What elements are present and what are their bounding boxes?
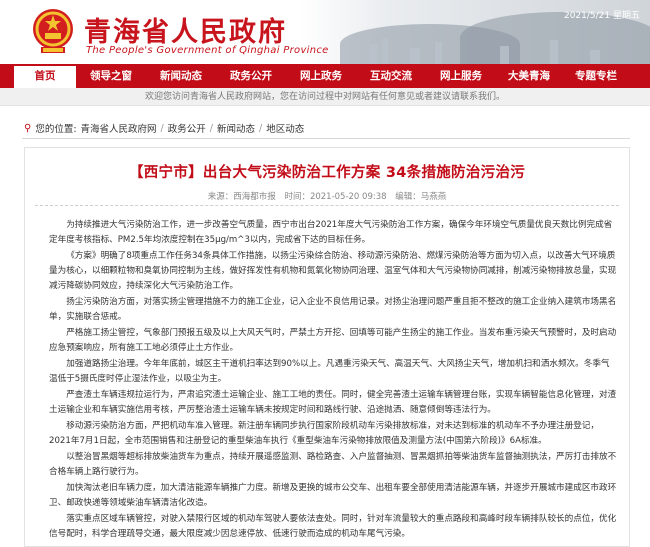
article-meta: 来源：西海都市报 时间：2021-05-20 09:38 编辑：马燕燕 [25,190,629,202]
nav-item-services[interactable]: 网上服务 [426,64,496,88]
article-paragraph: 为持续推进大气污染防治工作，进一步改善空气质量，西宁市出台2021年度大气污染防… [49,220,613,245]
nav-item-gov-affairs[interactable]: 政务公开 [216,64,286,88]
article-paragraph: 《方案》明确了8项重点工作任务34条具体工作措施，以扬尘污染综合防治、移动源污染… [49,251,617,291]
article-title: 【西宁市】出台大气污染防治工作方案 34条措施防治污治污 [128,165,526,181]
nav-item-home[interactable]: 首页 [14,64,76,88]
breadcrumb-separator: / [209,122,213,134]
article-paragraph: 以整治冒黑烟等超标排放柴油货车为重点，持续开展遥感监测、路检路查、入户监督抽测、… [49,452,617,477]
national-emblem-icon [33,9,73,53]
site-header: 青海省人民政府 The People's Government of Qingh… [0,0,650,64]
main-nav: 首页 领导之窗 新闻动态 政务公开 网上政务 互动交流 网上服务 大美青海 专题… [0,64,650,88]
welcome-bar: 欢迎您访问青海省人民政府网站，您在访问过程中对网站有任何意见或者建议请联系我们。 [0,88,650,106]
site-subtitle: The People's Government of Qinghai Provi… [86,45,329,56]
nav-item-leaders[interactable]: 领导之窗 [76,64,146,88]
article-author: 编辑：马燕燕 [395,192,447,202]
article-panel: 【西宁市】出台大气污染防治工作方案 34条措施防治污治污 来源：西海都市报 时间… [24,147,630,547]
breadcrumb-link-news[interactable]: 新闻动态 [217,121,255,135]
location-pin-icon: ⚲ [24,122,32,134]
article-paragraph: 加快淘汰老旧车辆力度，加大清洁能源车辆推广力度。新增及更换的城市公交车、出租车要… [49,483,617,508]
article-source: 来源：西海都市报 [207,192,276,202]
nav-item-interaction[interactable]: 互动交流 [356,64,426,88]
article-paragraph: 加强道路扬尘治理。今年年底前，城区主干道机扫率达到90%以上。凡遇重污染天气、高… [49,359,610,384]
article-paragraph: 落实重点区域车辆管控，对驶入禁限行区域的机动车驾驶人要依法查处。同时，针对车流量… [49,514,617,539]
nav-item-qinghai[interactable]: 大美青海 [496,64,562,88]
breadcrumb-separator: / [258,122,263,134]
nav-item-topics[interactable]: 专题专栏 [562,64,630,88]
breadcrumb-link-gov-affairs[interactable]: 政务公开 [168,121,206,135]
breadcrumb-label: 您的位置: [35,124,77,135]
breadcrumb: ⚲ 您的位置: 青海省人民政府网 / 政务公开 / 新闻动态 / 地区动态 [24,121,304,136]
breadcrumb-separator: / [160,122,164,134]
divider [22,138,630,139]
article-paragraph: 严格施工扬尘管控，气象部门预报五级及以上大风天气时，严禁土方开挖、回填等可能产生… [49,328,617,353]
article-body: 为持续推进大气污染防治工作，进一步改善空气质量，西宁市出台2021年度大气污染防… [49,218,617,543]
breadcrumb-link-home[interactable]: 青海省人民政府网 [81,121,157,135]
article-paragraph: 扬尘污染防治方面，对落实扬尘管理措施不力的施工企业，记入企业不良信用记录。对扬尘… [49,297,617,322]
nav-item-news[interactable]: 新闻动态 [146,64,216,88]
site-title[interactable]: 青海省人民政府 [84,10,287,49]
article-time: 时间：2021-05-20 09:38 [284,192,387,202]
article-paragraph: 移动源污染防治方面，严把机动车准入管理。新注册车辆同步执行国家阶段机动车污染排放… [49,421,600,446]
current-date: 2021/5/21 星期五 [563,11,640,21]
meta-divider [35,205,619,206]
nav-item-online-gov[interactable]: 网上政务 [286,64,356,88]
article-paragraph: 严查渣土车辆违规拉运行为，严肃追究渣土运输企业、施工工地的责任。同时，健全完善渣… [49,390,617,415]
breadcrumb-link-regional[interactable]: 地区动态 [266,121,304,135]
